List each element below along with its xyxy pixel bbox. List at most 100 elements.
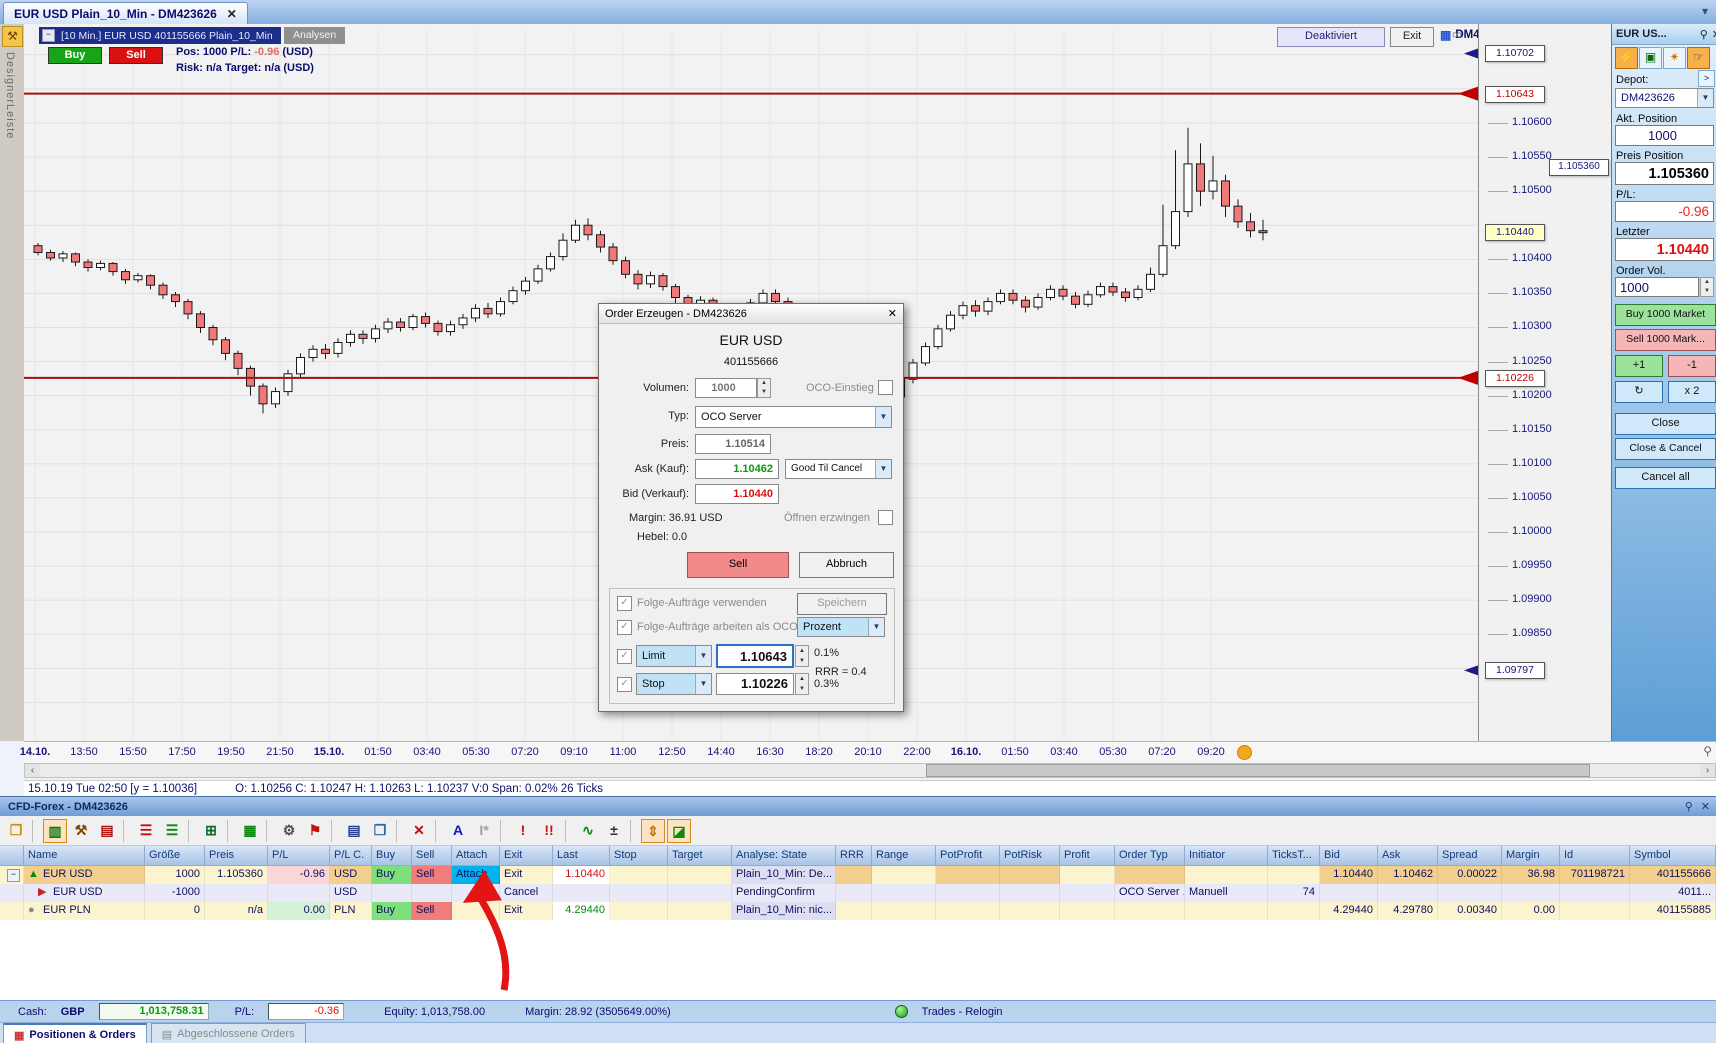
close-icon[interactable]: ✕ <box>888 307 897 320</box>
cell-gutter[interactable] <box>0 884 24 902</box>
column-header-exit[interactable]: Exit <box>500 846 553 866</box>
scale-icon[interactable]: ± <box>602 819 626 843</box>
collapse-icon[interactable]: − <box>42 29 55 42</box>
table-row[interactable]: ● EUR PLN0n/a0.00PLNBuySellExit4.29440Pl… <box>0 902 1716 920</box>
column-header-potprofit[interactable]: PotProfit <box>936 846 1000 866</box>
dialog-sell-button[interactable]: Sell <box>687 552 789 578</box>
oco-einstieg-checkbox[interactable] <box>878 380 893 395</box>
account-settings-icon[interactable]: ⚙ <box>277 819 301 843</box>
column-header-ordertyp[interactable]: Order Typ <box>1115 846 1185 866</box>
chart-window-tab[interactable]: EUR USD Plain_10_Min - DM423626 ✕ <box>3 2 248 24</box>
pin-icon[interactable]: ⚲ <box>1703 744 1712 758</box>
tif-select[interactable]: Good Til Cancel▼ <box>785 459 892 479</box>
chart-scrollbar[interactable]: ‹ › <box>24 763 1716 778</box>
table-row[interactable]: ▶ EUR USD-1000USDCancelPendingConfirmOCO… <box>0 884 1716 902</box>
order-dialog-titlebar[interactable]: Order Erzeugen - DM423626 ✕ <box>599 304 903 324</box>
cell-sell[interactable] <box>412 884 452 902</box>
cell-sell[interactable]: Sell <box>412 902 452 920</box>
limit-checkbox[interactable]: ✓ <box>617 649 632 664</box>
text-label-disabled-icon[interactable]: I* <box>472 819 496 843</box>
open-chart-icon[interactable]: ❐ <box>4 819 28 843</box>
hand-tool-icon[interactable]: ☞ <box>1687 47 1710 69</box>
overlay-icon[interactable]: ◪ <box>667 819 691 843</box>
bid-value[interactable]: 1.10440 <box>695 484 779 504</box>
speichern-button[interactable]: Speichern <box>797 593 887 615</box>
column-header-attach[interactable]: Attach <box>452 846 500 866</box>
column-header-stop[interactable]: Stop <box>610 846 668 866</box>
tab-abgeschlossene-orders[interactable]: ▤ Abgeschlossene Orders <box>151 1023 306 1043</box>
reverse-position-button[interactable]: ↻ <box>1615 381 1663 403</box>
price-axis[interactable]: 1.106001.105501.105001.104001.103501.103… <box>1478 24 1612 741</box>
chart-sell-button[interactable]: Sell <box>109 47 163 64</box>
column-header-last[interactable]: Last <box>553 846 610 866</box>
cell-attach[interactable] <box>452 884 500 902</box>
cell-exit[interactable]: Exit <box>500 866 553 884</box>
cell-buy[interactable] <box>372 884 412 902</box>
folge-oco-checkbox[interactable]: ✓ <box>617 620 632 635</box>
depot-select[interactable]: DM423626▼ <box>1615 88 1714 108</box>
table-row[interactable]: −▲ EUR USD10001.105360-0.96USDBuySellAtt… <box>0 866 1716 884</box>
stop-type-select[interactable]: Stop▼ <box>636 673 712 695</box>
cell-sell[interactable]: Sell <box>412 866 452 884</box>
close-cancel-button[interactable]: Close & Cancel <box>1615 438 1716 460</box>
instrument-bar[interactable]: − [10 Min.] EUR USD 401155666 Plain_10_M… <box>39 27 281 44</box>
cell-gutter[interactable]: − <box>0 866 24 884</box>
column-header-tickst[interactable]: TicksT... <box>1268 846 1320 866</box>
chevron-down-icon[interactable]: ▾ <box>1702 4 1708 18</box>
sell-market-button[interactable]: Sell 1000 Mark... <box>1615 329 1716 351</box>
folge-verwenden-checkbox[interactable]: ✓ <box>617 596 632 611</box>
scrollbar-thumb[interactable] <box>926 764 1590 777</box>
column-header-plc[interactable]: P/L C. <box>330 846 372 866</box>
typ-select[interactable]: OCO Server▼ <box>695 406 892 428</box>
column-header-ask[interactable]: Ask <box>1378 846 1438 866</box>
scroll-left-icon[interactable]: ‹ <box>25 764 40 777</box>
column-header-id[interactable]: Id <box>1560 846 1630 866</box>
green-lines-icon[interactable]: ☰ <box>160 819 184 843</box>
analysen-button[interactable]: Analysen <box>284 27 345 44</box>
cancel-all-button[interactable]: Cancel all <box>1615 467 1716 489</box>
column-header-buy[interactable]: Buy <box>372 846 412 866</box>
updown-icon[interactable]: ⇕ <box>641 819 665 843</box>
column-header-initiator[interactable]: Initiator <box>1185 846 1268 866</box>
limit-type-select[interactable]: Limit▼ <box>636 645 712 667</box>
pin-icon[interactable]: ⚲ <box>1700 28 1708 41</box>
column-header-symbol[interactable]: Symbol <box>1630 846 1716 866</box>
column-header-bid[interactable]: Bid <box>1320 846 1378 866</box>
oeffnen-checkbox[interactable] <box>878 510 893 525</box>
column-header-price[interactable]: Preis <box>205 846 268 866</box>
trades-relogin-text[interactable]: Trades - Relogin <box>922 1006 1003 1018</box>
delete-icon[interactable]: ✕ <box>407 819 431 843</box>
prozent-select[interactable]: Prozent▼ <box>797 617 885 637</box>
add-position-icon[interactable]: ⊞ <box>199 819 223 843</box>
cell-buy[interactable]: Buy <box>372 866 412 884</box>
cell-exit[interactable]: Exit <box>500 902 553 920</box>
limit-price-input[interactable]: 1.10643 <box>716 644 794 668</box>
chart-tools-icon[interactable]: ⚒ <box>69 819 93 843</box>
text-label-icon[interactable]: A <box>446 819 470 843</box>
order-vol-input[interactable]: 1000 <box>1615 277 1699 297</box>
order-vol-stepper[interactable]: ▲▼ <box>1700 277 1714 297</box>
link-icon[interactable]: ∞ <box>1452 26 1462 42</box>
column-header-profit[interactable]: Profit <box>1060 846 1115 866</box>
buy-market-button[interactable]: Buy 1000 Market <box>1615 304 1716 326</box>
column-header-spread[interactable]: Spread <box>1438 846 1502 866</box>
column-header-target[interactable]: Target <box>668 846 732 866</box>
double-position-button[interactable]: x 2 <box>1668 381 1716 403</box>
minus-one-button[interactable]: -1 <box>1668 355 1716 377</box>
close-icon[interactable]: ✕ <box>1701 800 1710 813</box>
close-position-button[interactable]: Close <box>1615 413 1716 435</box>
chart-mini-icon[interactable]: ▣ <box>1639 47 1662 69</box>
candle-chart-icon[interactable]: ▥ <box>43 819 67 843</box>
volumen-input[interactable]: 1000 <box>695 378 757 398</box>
column-header-range[interactable]: Range <box>872 846 936 866</box>
column-header-pl[interactable]: P/L <box>268 846 330 866</box>
close-icon[interactable]: ✕ <box>1712 28 1716 41</box>
column-header-sell[interactable]: Sell <box>412 846 452 866</box>
volumen-stepper[interactable]: ▲▼ <box>757 378 771 398</box>
column-header-name[interactable]: Name <box>24 846 145 866</box>
chart-buy-button[interactable]: Buy <box>48 47 102 64</box>
column-header-size[interactable]: Größe <box>145 846 205 866</box>
cell-buy[interactable]: Buy <box>372 902 412 920</box>
stop-stepper[interactable]: ▲▼ <box>795 673 809 695</box>
limit-stepper[interactable]: ▲▼ <box>795 645 809 667</box>
